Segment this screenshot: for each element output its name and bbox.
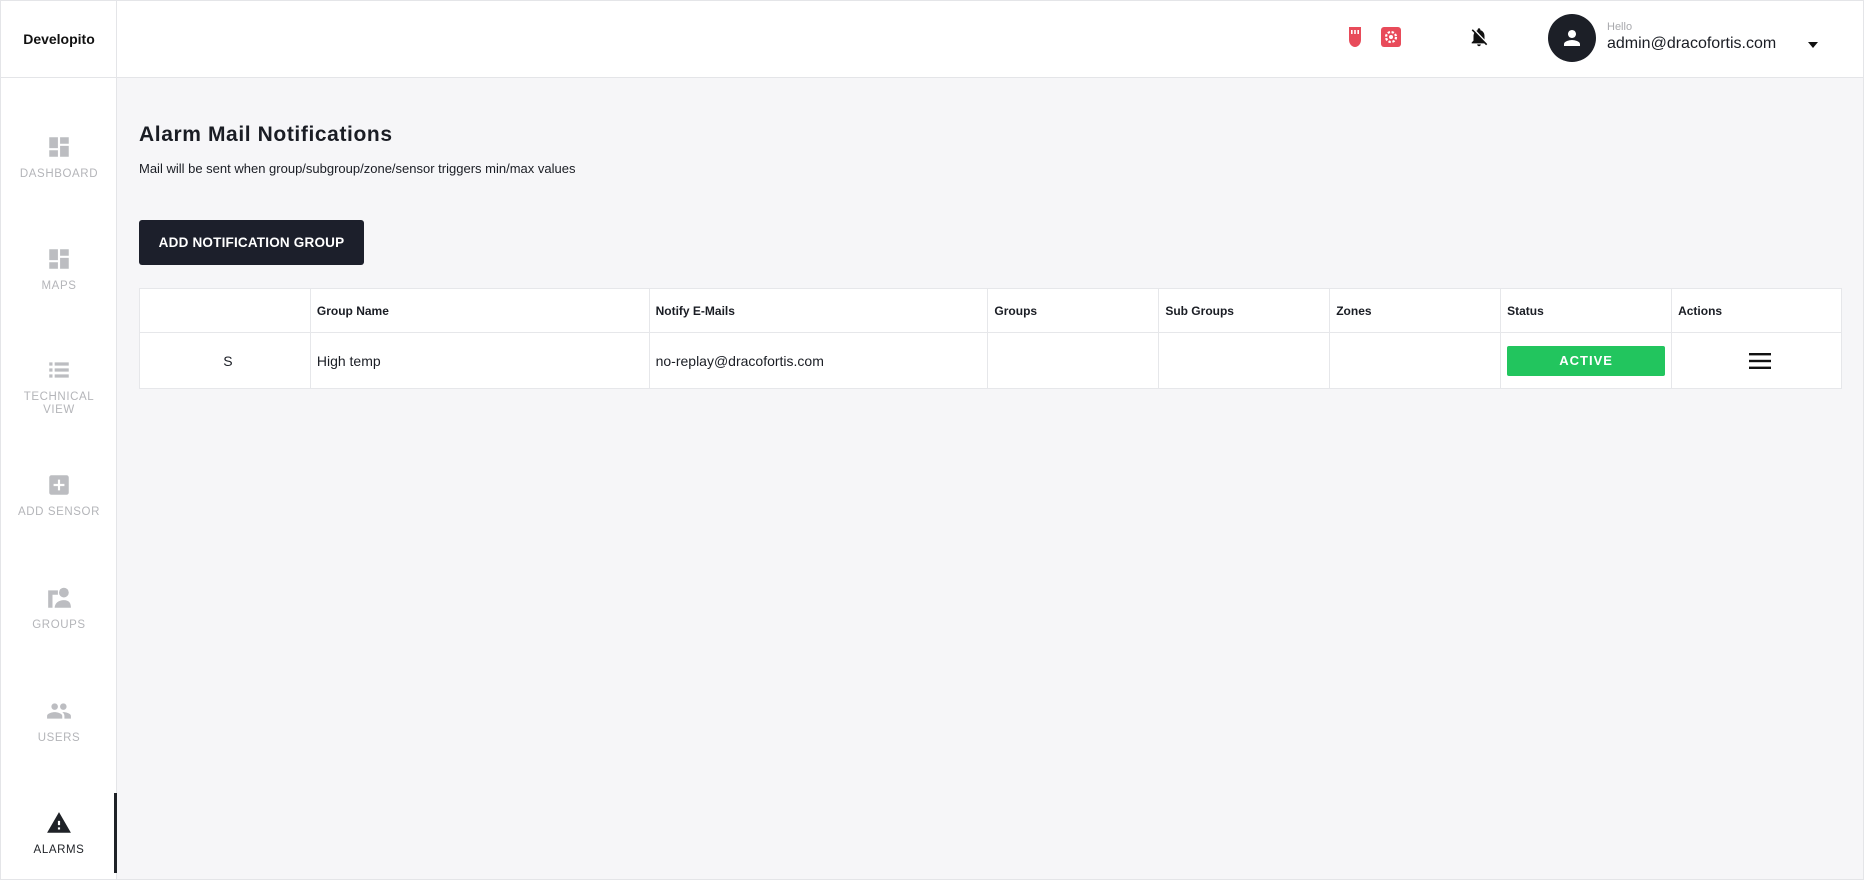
column-header-zones: Zones <box>1329 288 1502 333</box>
sidebar-item-label: MAPS <box>41 279 77 292</box>
sidebar-item-add-sensor[interactable]: ADD SENSOR <box>1 439 117 551</box>
add-notification-group-button[interactable]: ADD NOTIFICATION GROUP <box>139 220 364 265</box>
maps-icon <box>46 246 72 272</box>
page-title: Alarm Mail Notifications <box>139 123 393 146</box>
column-header-initial <box>139 288 311 333</box>
column-header-sub-groups: Sub Groups <box>1158 288 1331 333</box>
column-header-group-name: Group Name <box>309 288 650 333</box>
alarms-icon <box>46 810 72 836</box>
sidebar-item-alarms[interactable]: ALARMS <box>1 777 117 889</box>
row-group-name: High temp <box>309 332 650 389</box>
sidebar: Developito DASHBOARD MAPS TECHNICAL VIEW… <box>1 1 117 879</box>
row-status-cell: ACTIVE <box>1500 332 1673 389</box>
user-email[interactable]: admin@dracofortis.com <box>1607 35 1776 53</box>
sidebar-item-technical-view[interactable]: TECHNICAL VIEW <box>1 331 117 443</box>
column-header-notify-emails: Notify E-Mails <box>648 288 989 333</box>
caret-down-icon[interactable] <box>1805 37 1821 53</box>
row-initial: S <box>139 332 311 389</box>
greeting-label: Hello <box>1607 21 1633 33</box>
dashboard-icon <box>46 134 72 160</box>
sidebar-item-users[interactable]: USERS <box>1 665 117 777</box>
sensor-status-icon[interactable] <box>1343 25 1367 49</box>
menu-icon[interactable] <box>1748 349 1772 373</box>
row-sub-groups <box>1158 332 1331 389</box>
settings-alert-icon[interactable] <box>1379 25 1403 49</box>
add-sensor-icon <box>46 472 72 498</box>
sidebar-item-label: GROUPS <box>32 618 86 631</box>
brand-logo[interactable]: Developito <box>1 1 117 78</box>
column-header-status: Status <box>1500 288 1673 333</box>
row-actions-cell <box>1671 332 1842 389</box>
column-header-groups: Groups <box>987 288 1160 333</box>
sidebar-item-dashboard[interactable]: DASHBOARD <box>1 101 117 213</box>
active-indicator <box>114 793 117 873</box>
account-icon <box>1564 30 1580 46</box>
status-badge[interactable]: ACTIVE <box>1507 345 1666 376</box>
app-window: Developito DASHBOARD MAPS TECHNICAL VIEW… <box>0 0 1864 880</box>
column-header-actions: Actions <box>1671 288 1842 333</box>
sidebar-item-maps[interactable]: MAPS <box>1 213 117 325</box>
row-notify-emails: no-replay@dracofortis.com <box>648 332 989 389</box>
notifications-off-icon[interactable] <box>1467 25 1491 49</box>
page-subtitle: Mail will be sent when group/subgroup/zo… <box>139 161 576 176</box>
row-zones <box>1329 332 1502 389</box>
sidebar-item-label: DASHBOARD <box>19 167 99 180</box>
sidebar-item-label: USERS <box>37 731 81 744</box>
notifications-table: Group Name Notify E-Mails Groups Sub Gro… <box>139 288 1842 389</box>
avatar[interactable] <box>1548 14 1596 62</box>
sidebar-item-label: ALARMS <box>33 843 85 856</box>
sidebar-item-label: TECHNICAL VIEW <box>23 391 95 416</box>
groups-icon <box>46 585 72 611</box>
table-row[interactable]: S High temp no-replay@dracofortis.com AC… <box>139 332 1842 389</box>
sidebar-item-label: ADD SENSOR <box>17 505 101 518</box>
row-groups <box>987 332 1160 389</box>
top-header: Hello admin@dracofortis.com <box>117 1 1863 78</box>
table-header-row: Group Name Notify E-Mails Groups Sub Gro… <box>139 288 1842 333</box>
technical-view-icon <box>46 357 72 383</box>
users-icon <box>46 698 72 724</box>
sidebar-item-groups[interactable]: GROUPS <box>1 552 117 664</box>
